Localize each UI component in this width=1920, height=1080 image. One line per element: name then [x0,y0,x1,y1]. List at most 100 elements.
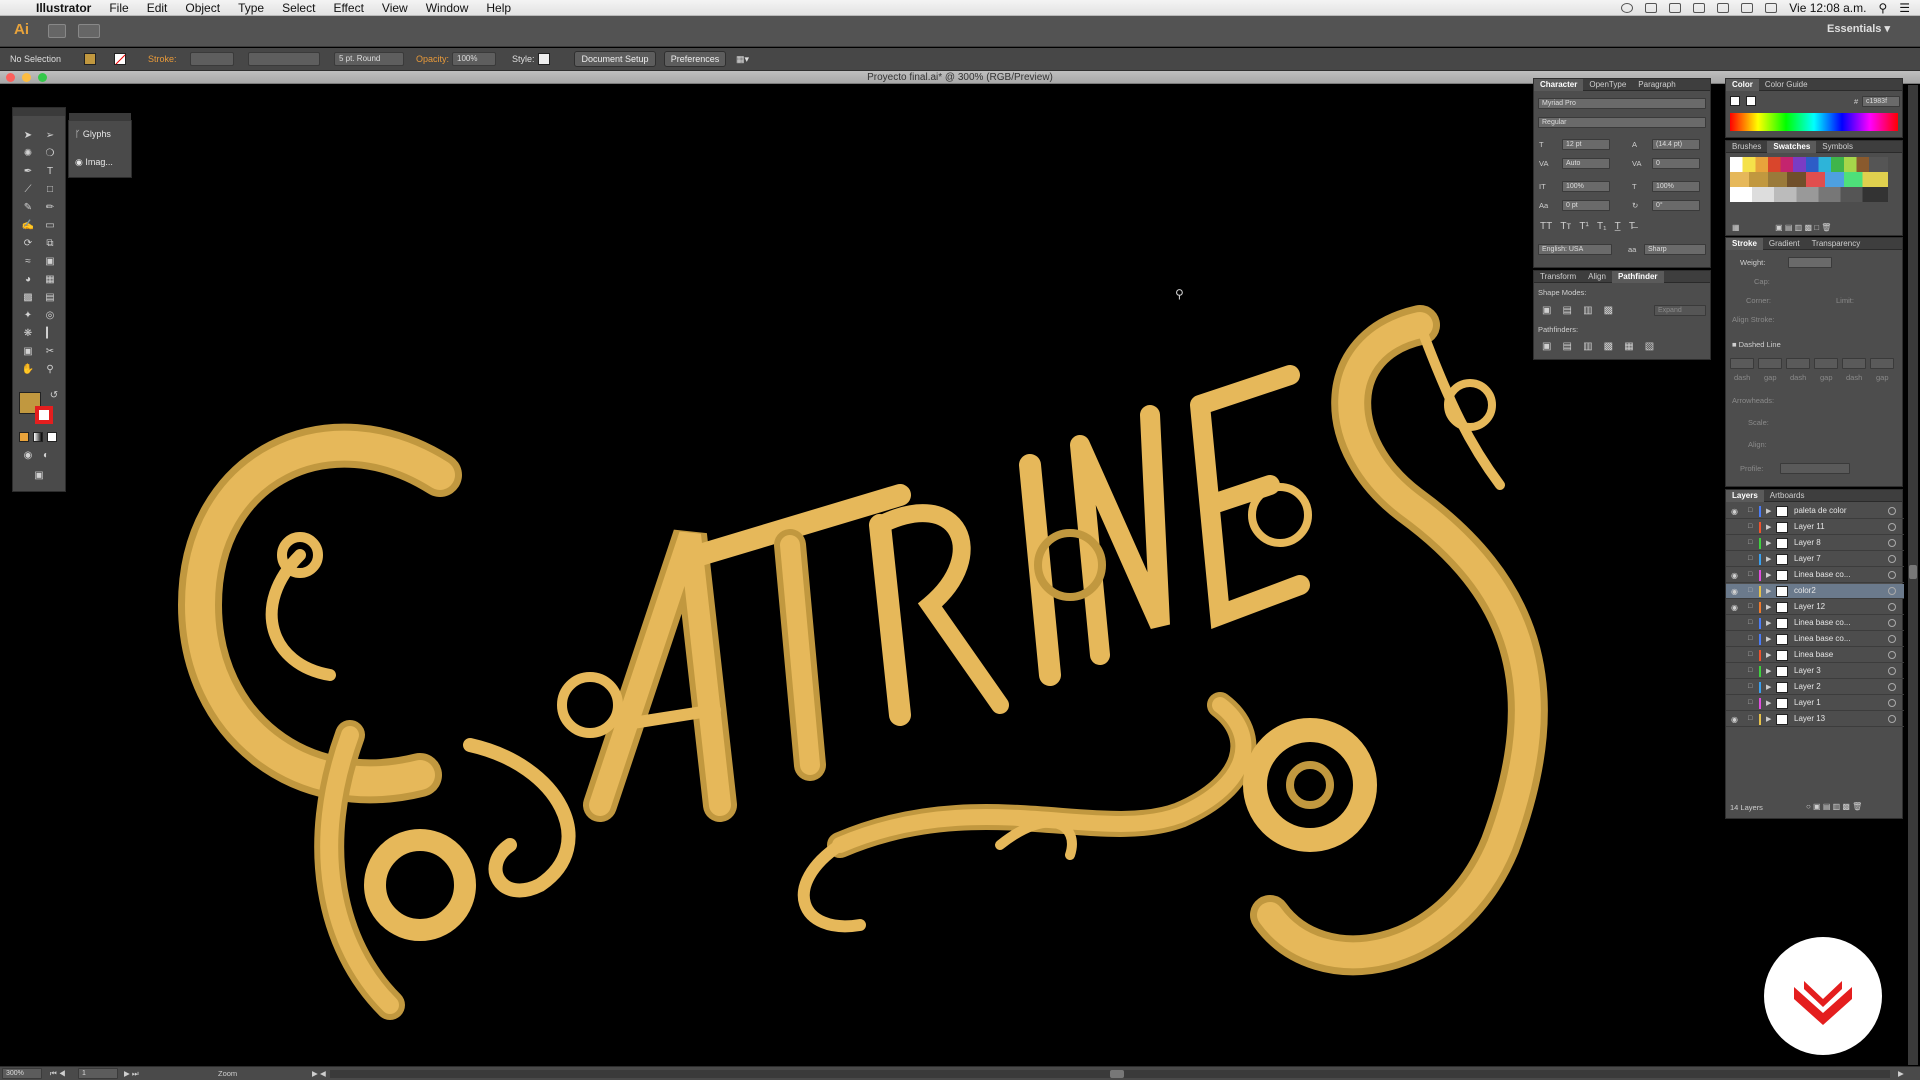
layer-row[interactable]: □ ▶ Layer 2 [1726,680,1904,695]
vertical-scrollbar-thumb[interactable] [1909,565,1917,579]
layer-row[interactable]: ◉ □ ▶ paleta de color [1726,504,1904,519]
layer-name[interactable]: Layer 12 [1794,602,1825,611]
dash-field-2[interactable] [1786,358,1810,369]
scrollbar-thumb[interactable] [1110,1070,1124,1078]
scroll-left-icon[interactable]: ◀ [320,1069,326,1078]
preferences-button[interactable]: Preferences [664,51,726,67]
draw-behind-icon[interactable]: ◐ [39,450,53,462]
tab-brushes[interactable]: Brushes [1726,141,1767,153]
layer-name[interactable]: Linea base [1794,650,1833,659]
tab-align[interactable]: Align [1582,271,1612,283]
visibility-eye-icon[interactable]: ◉ [1731,603,1738,612]
menu-type[interactable]: Type [229,0,273,16]
tab-paragraph[interactable]: Paragraph [1632,79,1681,91]
arrange-icon[interactable]: ▦▾ [736,52,749,66]
expand-triangle-icon[interactable]: ▶ [1766,699,1771,707]
expand-button[interactable]: Expand [1654,305,1706,316]
leading-field[interactable]: (14.4 pt) [1652,139,1700,150]
lock-toggle-icon[interactable]: □ [1748,619,1752,626]
brush-definition[interactable]: 5 pt. Round [334,52,404,66]
target-circle-icon[interactable] [1888,699,1896,707]
menu-help[interactable]: Help [477,0,520,16]
stroke-weight-field[interactable] [190,52,234,66]
menu-select[interactable]: Select [273,0,324,16]
first-artboard-icon[interactable]: ⏮ ◀ [50,1069,66,1079]
layer-row[interactable]: ◉ □ ▶ Layer 13 [1726,712,1904,727]
tab-color[interactable]: Color [1726,78,1759,91]
lock-toggle-icon[interactable]: □ [1748,523,1752,530]
lock-toggle-icon[interactable]: □ [1748,651,1752,658]
free-transform-tool-icon[interactable]: ▣ [43,256,57,268]
layer-name[interactable]: Layer 3 [1794,666,1821,675]
opacity-field[interactable]: 100% [452,52,496,66]
target-circle-icon[interactable] [1888,619,1896,627]
tab-transform[interactable]: Transform [1534,271,1582,283]
lock-toggle-icon[interactable]: □ [1748,715,1752,722]
expand-triangle-icon[interactable]: ▶ [1766,683,1771,691]
eyedropper-tool-icon[interactable]: ✦ [21,310,35,322]
font-style-field[interactable]: Regular [1538,117,1706,128]
spotlight-icon[interactable]: ⚲ [1878,1,1887,15]
battery-icon[interactable] [1765,3,1778,13]
lock-toggle-icon[interactable]: □ [1748,555,1752,562]
catrines-lettering[interactable] [177,305,1548,1020]
target-circle-icon[interactable] [1888,571,1896,579]
tab-opentype[interactable]: OpenType [1583,79,1632,91]
color-white-swatch[interactable] [1746,96,1756,106]
layer-name[interactable]: Linea base co... [1794,618,1850,627]
horizontal-scrollbar[interactable] [330,1070,1890,1078]
tab-character[interactable]: Character [1534,78,1584,91]
font-size-field[interactable]: 12 pt [1562,139,1610,150]
layer-name[interactable]: Layer 2 [1794,682,1821,691]
expand-triangle-icon[interactable]: ▶ [1766,635,1771,643]
lock-toggle-icon[interactable]: □ [1748,667,1752,674]
shape-builder-tool-icon[interactable]: ◕ [21,274,35,286]
dash-gap-fields[interactable] [1730,358,1898,370]
volume-icon[interactable] [1741,3,1754,13]
layer-name[interactable]: color2 [1794,586,1816,595]
tab-gradient[interactable]: Gradient [1763,238,1806,250]
anti-aliasing-field[interactable]: Sharp [1644,244,1706,255]
zoom-tool-icon[interactable]: ⚲ [43,364,57,376]
magic-wand-tool-icon[interactable]: ✺ [21,148,35,160]
horizontal-scale-field[interactable]: 100% [1652,181,1700,192]
gap-field-1[interactable] [1758,358,1782,369]
baseline-shift-field[interactable]: 0 pt [1562,200,1610,211]
tab-pathfinder[interactable]: Pathfinder [1611,270,1664,283]
menu-window[interactable]: Window [417,0,478,16]
pencil-tool-icon[interactable]: ✏ [43,202,57,214]
expand-triangle-icon[interactable]: ▶ [1766,667,1771,675]
layer-row[interactable]: ◉ □ ▶ Layer 12 [1726,600,1904,615]
layer-name[interactable]: Layer 11 [1794,522,1825,531]
bluetooth-icon[interactable] [1693,3,1706,13]
expand-triangle-icon[interactable]: ▶ [1766,715,1771,723]
layer-name[interactable]: Linea base co... [1794,634,1850,643]
layer-name[interactable]: Layer 8 [1794,538,1821,547]
close-window-icon[interactable] [6,73,15,82]
artboard-number-field[interactable]: 1 [78,1068,118,1079]
slice-tool-icon[interactable]: ✂ [43,346,57,358]
draw-mode-icon[interactable]: ◉ [21,450,35,462]
target-circle-icon[interactable] [1888,523,1896,531]
target-circle-icon[interactable] [1888,587,1896,595]
menu-edit[interactable]: Edit [138,0,177,16]
line-tool-icon[interactable]: ⟋ [21,184,35,196]
bridge-button[interactable] [48,24,66,38]
layer-row[interactable]: □ ▶ Layer 8 [1726,536,1904,551]
menu-file[interactable]: File [100,0,137,16]
rectangle-tool-icon[interactable]: □ [43,184,57,196]
target-circle-icon[interactable] [1888,507,1896,515]
graphic-style-swatch[interactable] [538,53,550,65]
next-artboard-icon[interactable]: ▶ ⏭ [124,1069,139,1079]
menu-app-name[interactable]: Illustrator [32,0,100,16]
arrange-documents-button[interactable] [78,24,100,38]
expand-triangle-icon[interactable]: ▶ [1766,619,1771,627]
text-style-buttons[interactable]: TT Tт T¹ T₁ T̲ T̶ [1540,221,1635,232]
expand-triangle-icon[interactable]: ▶ [1766,651,1771,659]
dash-field-3[interactable] [1842,358,1866,369]
screen-mode-icon[interactable]: ▣ [32,470,46,482]
expand-triangle-icon[interactable]: ▶ [1766,507,1771,515]
layer-row[interactable]: ◉ □ ▶ Linea base co... [1726,568,1904,583]
record-icon[interactable] [1621,3,1634,13]
pen-tool-icon[interactable]: ✒ [21,166,35,178]
